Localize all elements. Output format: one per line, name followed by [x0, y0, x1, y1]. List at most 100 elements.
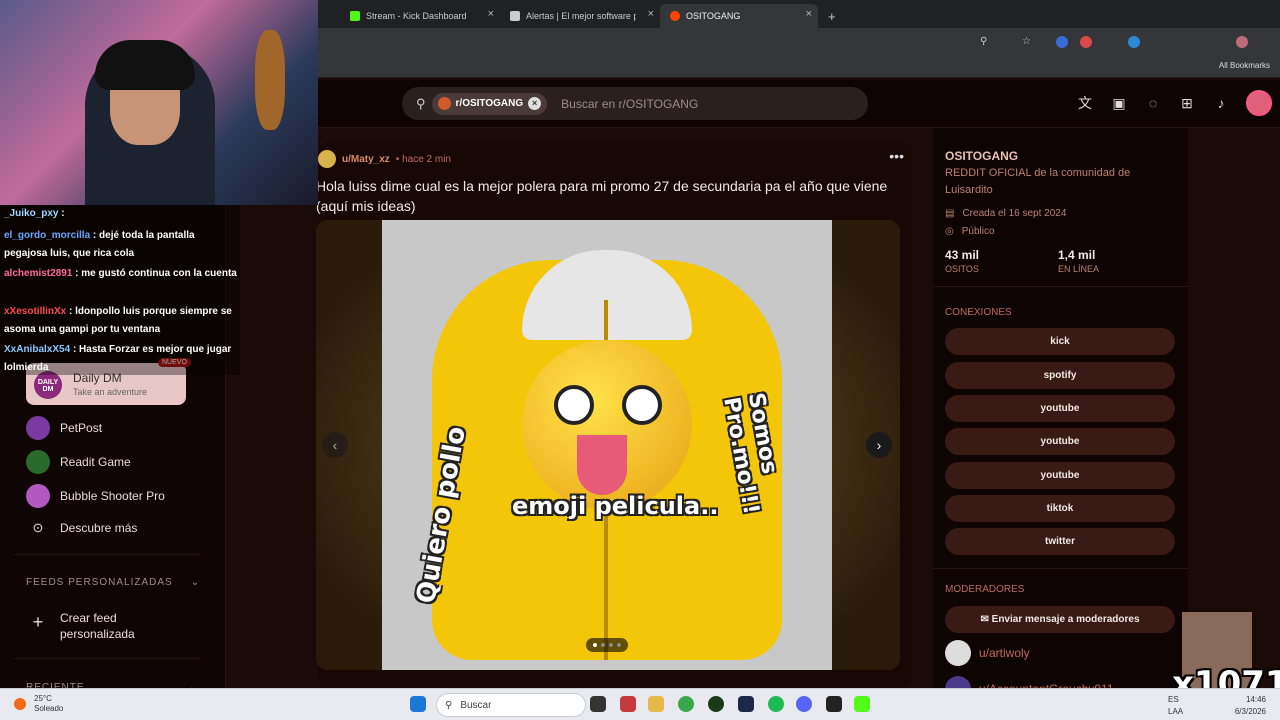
close-tab-icon[interactable]: × — [648, 8, 654, 20]
mail-icon: ✉ — [980, 614, 992, 625]
new-tab-button[interactable]: + — [818, 4, 842, 28]
connection-spotify[interactable]: spotify — [945, 362, 1175, 389]
chrome-icon[interactable] — [678, 696, 694, 712]
chat-username: alchemist2891 — [4, 268, 73, 279]
sidebar-item-readit-game[interactable]: Readit Game — [26, 450, 131, 474]
chat-icon[interactable]: ◌ — [1144, 94, 1162, 112]
chat-text: : — [61, 208, 65, 219]
app-icon[interactable] — [708, 696, 724, 712]
search-input[interactable]: Buscar en r/OSITOGANG — [561, 97, 698, 111]
carousel-indicator — [586, 638, 628, 652]
community-name: OSITOGANG — [945, 149, 1019, 163]
task-view-icon[interactable] — [590, 696, 606, 712]
created-date: Creada el 16 sept 2024 — [962, 208, 1067, 219]
translate-icon[interactable]: 文 — [1076, 94, 1094, 112]
emoji-eye — [622, 385, 662, 425]
carousel-prev-button[interactable]: ‹ — [322, 432, 348, 458]
tab-ositogang[interactable]: OSITOGANG × — [660, 4, 818, 28]
close-tab-icon[interactable]: × — [806, 8, 812, 20]
connection-youtube[interactable]: youtube — [945, 462, 1175, 489]
sidebar-item-label: Bubble Shooter Pro — [60, 489, 165, 503]
sidebar-item-bubble-shooter[interactable]: Bubble Shooter Pro — [26, 484, 165, 508]
moderator-name: u/artiwoly — [979, 646, 1030, 660]
feeds-section-header[interactable]: FEEDS PERSONALIZADAS ⌄ — [26, 577, 200, 588]
chat-message: _Juiko_pxy : — [4, 205, 240, 223]
sidebar-item-label: Readit Game — [60, 455, 131, 469]
visibility-label: Público — [961, 226, 995, 237]
moderator-avatar — [945, 640, 971, 666]
spotify-icon[interactable] — [768, 696, 784, 712]
community-chip-label: r/OSITOGANG — [455, 98, 524, 109]
chat-username: xXesotillinXx — [4, 306, 67, 317]
clock[interactable]: 14:46 6/3/2026 — [1235, 694, 1266, 718]
notifications-icon[interactable]: ♪ — [1212, 94, 1230, 112]
close-tab-icon[interactable]: × — [488, 8, 494, 20]
chat-message: XxAnibalxX54 : Hasta Forzar es mejor que… — [4, 341, 240, 377]
lang-top: ES — [1168, 695, 1179, 704]
more-options-icon[interactable]: ••• — [889, 148, 904, 164]
all-bookmarks-button[interactable]: All Bookmarks — [1219, 61, 1270, 70]
reddit-header: ⚲ r/OSITOGANG × Buscar en r/OSITOGANG 文 … — [318, 80, 1280, 128]
header-actions: 文 ▣ ◌ ⊞ ♪ — [1076, 90, 1272, 116]
clear-chip-icon[interactable]: × — [528, 97, 542, 110]
kick-icon[interactable] — [854, 696, 870, 712]
clock-date: 6/3/2026 — [1234, 707, 1266, 716]
user-avatar[interactable] — [1246, 90, 1272, 116]
community-chip[interactable]: r/OSITOGANG × — [431, 92, 548, 115]
sidebar-item-label: PetPost — [60, 421, 103, 435]
post-card[interactable]: u/Maty_xz • hace 2 min ••• Hola luiss di… — [316, 142, 912, 688]
message-mods-button[interactable]: ✉ Enviar mensaje a moderadores — [945, 606, 1175, 633]
post-meta: u/Maty_xz • hace 2 min — [318, 150, 451, 168]
profile-avatar[interactable] — [1236, 36, 1248, 48]
app-icon[interactable] — [620, 696, 636, 712]
extension-icon[interactable] — [1080, 36, 1092, 48]
zoom-icon[interactable]: ⚲ — [980, 36, 992, 48]
windows-start-icon[interactable] — [410, 696, 426, 712]
sidebar-item-petpost[interactable]: PetPost — [26, 416, 102, 440]
connection-youtube[interactable]: youtube — [945, 395, 1175, 422]
create-feed-button[interactable]: + Crear feed personalizada — [26, 610, 150, 642]
community-description: REDDIT OFICIAL de la comunidad de Luisar… — [945, 167, 1131, 196]
post-media-carousel[interactable]: Quiero pollo Somos Pro.mo!!! emoji pelic… — [316, 220, 900, 670]
chat-message: alchemist2891 : me gustó continua con la… — [4, 265, 240, 283]
daily-dm-subtitle: Take an adventure — [73, 387, 148, 397]
file-explorer-icon[interactable] — [648, 696, 664, 712]
taskbar-search-label: Buscar — [460, 699, 492, 711]
extension-icon[interactable] — [1056, 36, 1068, 48]
tab-label: Stream - Kick Dashboard — [366, 11, 467, 21]
create-post-icon[interactable]: ⊞ — [1178, 94, 1196, 112]
connection-youtube[interactable]: youtube — [945, 428, 1175, 455]
post-author[interactable]: u/Maty_xz — [342, 154, 390, 165]
paw-icon — [26, 416, 50, 440]
connection-tiktok[interactable]: tiktok — [945, 495, 1175, 522]
plus-icon: + — [32, 612, 44, 632]
visibility-info: ◎ Público — [945, 226, 995, 237]
connection-twitter[interactable]: twitter — [945, 528, 1175, 555]
post-title[interactable]: Hola luiss dime cual es la mejor polera … — [316, 176, 908, 216]
taskbar-search[interactable]: ⚲ Buscar — [436, 693, 586, 717]
chat-username: el_gordo_morcilla — [4, 230, 91, 241]
obs-icon[interactable] — [826, 696, 842, 712]
discord-icon[interactable] — [796, 696, 812, 712]
divider — [14, 658, 200, 659]
moderator-item[interactable]: u/artiwoly — [945, 640, 1030, 666]
author-avatar[interactable] — [318, 150, 336, 168]
steam-icon[interactable] — [738, 696, 754, 712]
tab-alertas[interactable]: Alertas | El mejor software para × — [500, 4, 660, 28]
search-bar[interactable]: ⚲ r/OSITOGANG × Buscar en r/OSITOGANG — [402, 87, 868, 120]
ads-icon[interactable]: ▣ — [1110, 94, 1128, 112]
chat-username: _Juiko_pxy — [4, 208, 59, 219]
tab-kick-dashboard[interactable]: Stream - Kick Dashboard × — [340, 4, 500, 28]
emoji-eye — [554, 385, 594, 425]
feed: u/Maty_xz • hace 2 min ••• Hola luiss di… — [316, 128, 932, 688]
weather-widget[interactable]: 25°C Soleado — [34, 694, 63, 714]
connection-kick[interactable]: kick — [945, 328, 1175, 355]
star-icon[interactable]: ☆ — [1022, 36, 1034, 48]
language-indicator[interactable]: ES LAA — [1168, 694, 1183, 718]
sidebar-item-discover-more[interactable]: ⊙ Descubre más — [26, 520, 138, 536]
extension-icon[interactable] — [1128, 36, 1140, 48]
community-sidebar: OSITOGANG REDDIT OFICIAL de la comunidad… — [933, 128, 1188, 702]
online-stat: 1,4 mil EN LÍNEA — [1058, 248, 1099, 274]
carousel-next-button[interactable]: › — [866, 432, 892, 458]
feeds-section-label: FEEDS PERSONALIZADAS — [26, 577, 173, 588]
